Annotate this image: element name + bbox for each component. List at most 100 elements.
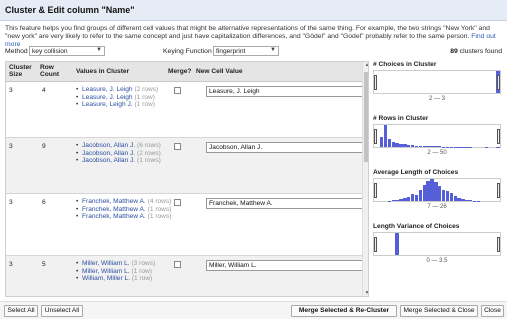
cluster-value-text[interactable]: Miller, William L. [82, 268, 130, 275]
facet-histogram[interactable] [373, 70, 501, 94]
facet-choices: # Choices in Cluster 2 — 3 [373, 61, 503, 102]
merge-checkbox[interactable] [174, 143, 181, 150]
dialog-title: Cluster & Edit column "Name" [5, 5, 135, 15]
range-handle[interactable] [497, 129, 500, 144]
cluster-value-item[interactable]: Miller, William L. (1 row) [76, 268, 174, 276]
new-cell-value-input[interactable] [206, 86, 363, 97]
merge-close-button[interactable]: Merge Selected & Close [400, 305, 478, 317]
cluster-value-rows: (1 rows) [147, 213, 172, 221]
header-merge[interactable]: Merge? [168, 68, 191, 75]
cluster-value-text[interactable]: Jacobson, Allan J. [82, 157, 135, 164]
new-cell-value-input[interactable] [206, 142, 363, 153]
cluster-value-item[interactable]: Jacobson, Allan J. (6 rows) [76, 142, 174, 150]
range-handle[interactable] [374, 183, 377, 198]
header-new-value[interactable]: New Cell Value [196, 68, 243, 75]
cluster-value-rows: (2 rows) [137, 149, 161, 157]
merge-checkbox[interactable] [174, 199, 181, 206]
select-all-button[interactable]: Select All [4, 305, 38, 317]
cluster-value-text[interactable]: Leasure, J. Leigh [82, 94, 133, 101]
cluster-value-item[interactable]: Franchek, Matthew A. (1 rows) [76, 206, 174, 214]
cluster-value-item[interactable]: Jacobson, Allan J. (2 rows) [76, 150, 174, 158]
cluster-value-item[interactable]: Miller, William L. (3 rows) [76, 260, 174, 268]
dialog-footer: Select All Unselect All Merge Selected &… [0, 301, 507, 319]
new-cell-value-input[interactable] [206, 198, 363, 209]
cluster-value-text[interactable]: Franchek, Matthew A. [82, 198, 146, 205]
scroll-up-icon[interactable]: ▲ [363, 62, 368, 70]
facet-range: 0 — 3.5 [426, 258, 448, 264]
range-handle[interactable] [374, 129, 377, 144]
row-count: 4 [42, 87, 46, 94]
cluster-value-item[interactable]: Leasure, J. Leigh (1 row) [76, 94, 174, 102]
cluster-value-item[interactable]: Franchek, Matthew A. (4 rows) [76, 198, 174, 206]
cluster-values-list: Jacobson, Allan J. (6 rows)Jacobson, All… [76, 142, 174, 165]
scrollbar-thumb[interactable] [364, 72, 368, 162]
cluster-value-rows: (1 rows) [147, 205, 172, 213]
cluster-value-text[interactable]: Jacobson, Allan J. [82, 142, 135, 149]
new-cell-value-input[interactable] [206, 260, 363, 271]
facets-panel: # Choices in Cluster 2 — 3 # Rows in Clu… [373, 61, 503, 297]
table-row: 36Franchek, Matthew A. (4 rows)Franchek,… [6, 194, 363, 256]
clusters-count: 89 [450, 48, 458, 55]
cluster-value-rows: (4 rows) [147, 198, 172, 205]
range-handle[interactable] [497, 183, 500, 198]
cluster-value-item[interactable]: Jacobson, Allan J. (1 rows) [76, 157, 174, 165]
cluster-value-text[interactable]: Franchek, Matthew A. [82, 206, 146, 213]
facet-title: # Rows in Cluster [373, 115, 429, 122]
dialog-titlebar: Cluster & Edit column "Name" [0, 0, 507, 21]
header-values[interactable]: Values in Cluster [76, 68, 129, 75]
cluster-value-rows: (3 rows) [131, 260, 156, 267]
close-button[interactable]: Close [481, 305, 504, 317]
merge-checkbox[interactable] [174, 261, 181, 268]
cluster-value-rows: (1 row) [134, 101, 155, 109]
cluster-value-rows: (2 rows) [134, 86, 159, 93]
scroll-down-icon[interactable]: ▼ [363, 290, 368, 296]
cluster-value-item[interactable]: Leasure, J. Leigh (2 rows) [76, 86, 174, 94]
cluster-value-item[interactable]: William, Miller L. (1 row) [76, 275, 174, 283]
facet-histogram[interactable] [373, 124, 501, 148]
cluster-value-rows: (6 rows) [137, 142, 161, 149]
table-row: 3 5 Miller, William L. (3 rows)Miller, Wil… [6, 256, 363, 296]
row-count: 6 [42, 199, 46, 206]
keying-value: fingerprint [216, 48, 246, 55]
histogram-bar [395, 233, 399, 255]
range-handle[interactable] [497, 75, 500, 90]
range-handle[interactable] [497, 237, 500, 252]
cluster-value-text[interactable]: William, Miller L. [82, 275, 130, 282]
cluster-value-item[interactable]: Franchek, Matthew A. (1 rows) [76, 213, 174, 221]
table-scrollbar[interactable]: ▲ ▼ [362, 62, 368, 296]
chevron-down-icon: ▼ [270, 47, 276, 53]
range-handle[interactable] [374, 237, 377, 252]
facet-range: 2 — 3 [428, 96, 445, 102]
cluster-value-text[interactable]: Miller, William L. [82, 260, 130, 267]
cluster-value-text[interactable]: Leasure, J. Leigh [82, 86, 133, 93]
cluster-size: 3 [9, 87, 13, 94]
cluster-value-text[interactable]: Leasure, Leigh J. [82, 101, 133, 108]
facet-histogram[interactable] [373, 178, 501, 202]
facet-title: Length Variance of Choices [373, 223, 460, 230]
cluster-value-rows: (1 rows) [137, 157, 161, 165]
keying-select[interactable]: fingerprint ▼ [213, 46, 279, 56]
cluster-size: 3 [9, 261, 13, 268]
cluster-value-text[interactable]: Jacobson, Allan J. [82, 150, 135, 157]
merge-checkbox[interactable] [174, 87, 181, 94]
table-header: Cluster Size Row Count Values in Cluster… [6, 62, 362, 82]
unselect-all-button[interactable]: Unselect All [41, 305, 83, 317]
facet-title: Average Length of Choices [373, 169, 459, 176]
facet-range: 7 — 26 [427, 204, 447, 210]
range-handle[interactable] [374, 75, 377, 90]
method-label: Method [5, 48, 28, 55]
table-row: 3 4 Leasure, J. Leigh (2 rows)Leasure, J. … [6, 82, 363, 138]
facet-range: 2 — 50 [427, 150, 447, 156]
method-select[interactable]: key collision ▼ [29, 46, 105, 56]
merge-recluster-button[interactable]: Merge Selected & Re-Cluster [291, 305, 397, 317]
header-cluster-size[interactable]: Cluster Size [9, 64, 33, 78]
method-value: key collision [32, 48, 68, 55]
cluster-value-item[interactable]: Leasure, Leigh J. (1 row) [76, 101, 174, 109]
table-body: 34Leasure, J. Leigh (2 rows)Leasure, J. … [6, 82, 363, 296]
header-row-count[interactable]: Row Count [40, 64, 66, 78]
row-count: 9 [42, 143, 46, 150]
cluster-value-text[interactable]: Franchek, Matthew A. [82, 213, 146, 220]
intro-description: This feature helps you find groups of di… [5, 25, 490, 40]
facet-histogram[interactable] [373, 232, 501, 256]
cluster-values-list: Miller, William L. (3 rows)Miller, Willi… [76, 260, 174, 283]
